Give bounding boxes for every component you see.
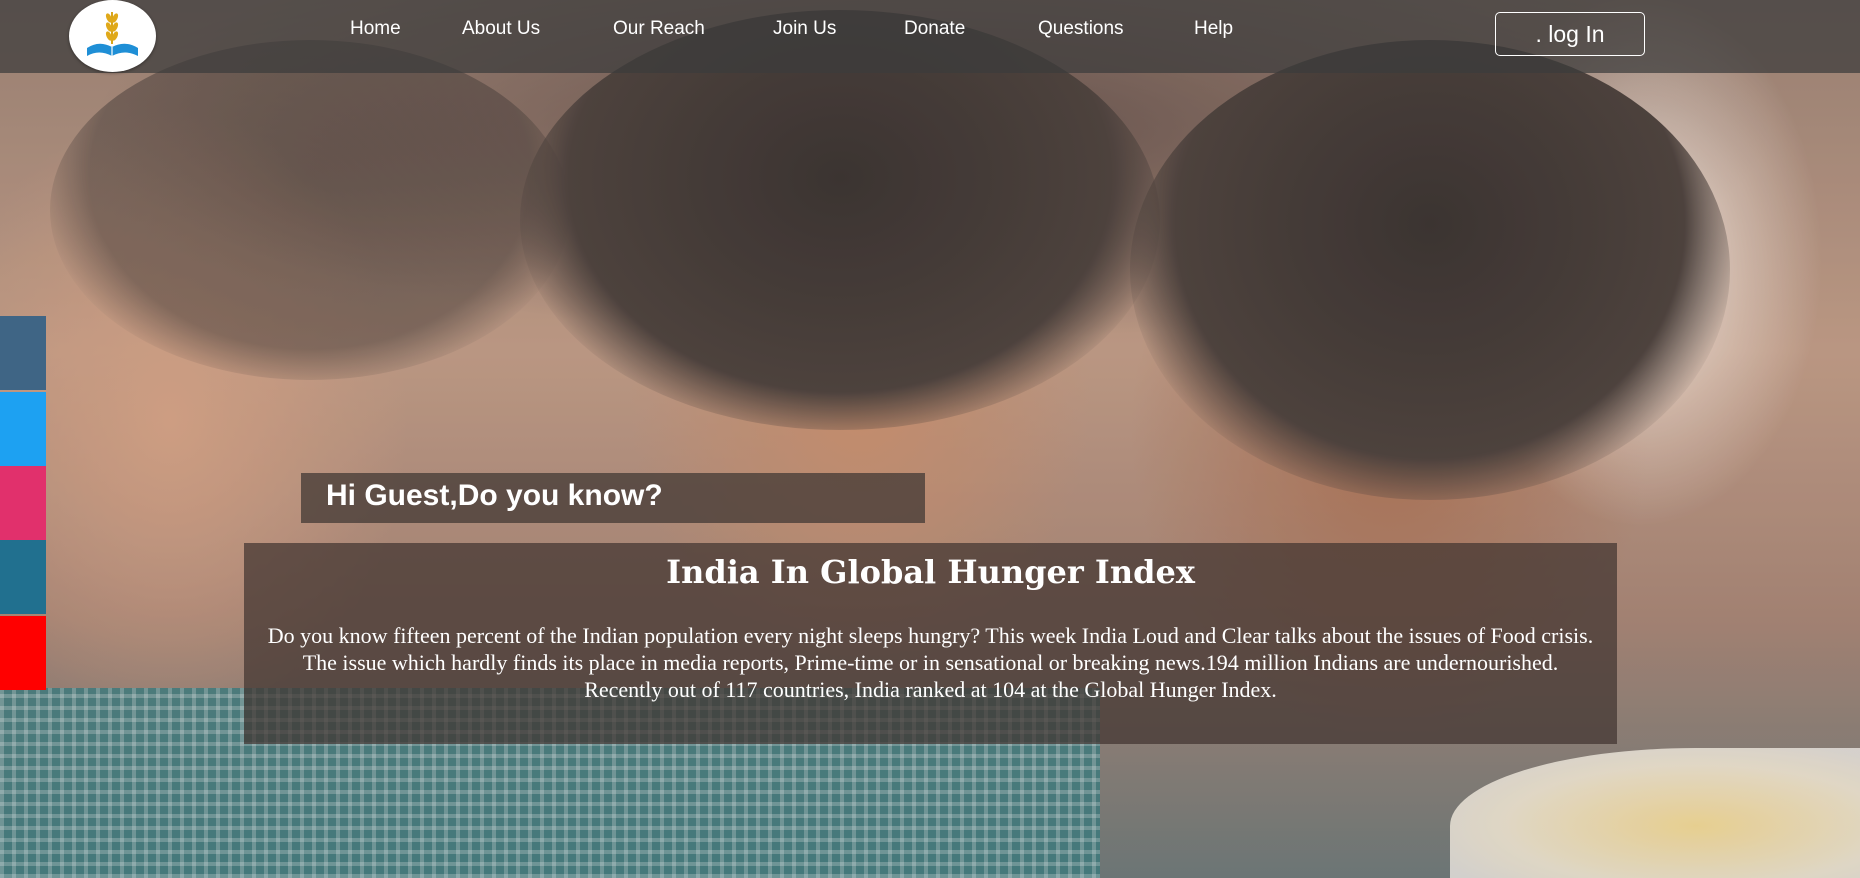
nav-about-us-link[interactable]: About Us bbox=[462, 16, 540, 42]
site-logo[interactable] bbox=[69, 0, 156, 72]
hero-overlay bbox=[0, 0, 1860, 878]
youtube-share-button[interactable] bbox=[0, 616, 46, 690]
facebook-share-button[interactable] bbox=[0, 316, 46, 390]
book-with-wheat-logo-icon bbox=[87, 12, 138, 56]
login-button[interactable]: . log In bbox=[1495, 12, 1645, 56]
panel-body-text: Do you know fifteen percent of the India… bbox=[267, 623, 1594, 702]
nav-home-link[interactable]: Home bbox=[350, 16, 401, 42]
panel-title: India In Global Hunger Index bbox=[666, 553, 1195, 591]
greeting-text: Hi Guest,Do you know? bbox=[326, 479, 663, 512]
nav-join-us-link[interactable]: Join Us bbox=[773, 16, 836, 42]
hunger-index-panel: India In Global Hunger Index Do you know… bbox=[244, 543, 1617, 744]
twitter-share-button[interactable] bbox=[0, 392, 46, 466]
top-navbar: Home About Us Our Reach Join Us Donate Q… bbox=[0, 0, 1860, 73]
greeting-banner: Hi Guest,Do you know? bbox=[301, 473, 925, 523]
nav-our-reach-link[interactable]: Our Reach bbox=[613, 16, 705, 42]
hero-background-image bbox=[0, 0, 1860, 878]
nav-help-link[interactable]: Help bbox=[1194, 16, 1233, 42]
linkedin-share-button[interactable] bbox=[0, 540, 46, 614]
nav-donate-link[interactable]: Donate bbox=[904, 16, 965, 42]
nav-questions-link[interactable]: Questions bbox=[1038, 16, 1124, 42]
instagram-share-button[interactable] bbox=[0, 466, 46, 540]
